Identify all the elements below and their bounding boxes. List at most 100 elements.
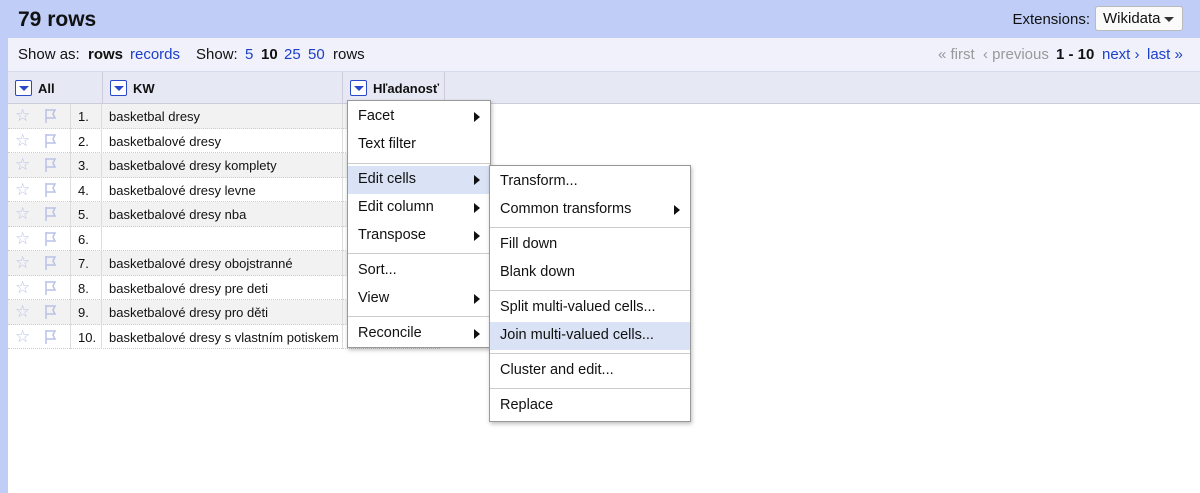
menu-item-edit-column[interactable]: Edit column [348, 194, 490, 222]
last-page-link[interactable]: last » [1147, 46, 1183, 63]
flag-icon[interactable] [43, 108, 59, 124]
menu-item-view[interactable]: View [348, 285, 490, 313]
show-as-records-link[interactable]: records [130, 46, 180, 63]
row-number: 1. [70, 104, 102, 129]
kw-cell[interactable]: basketbalové dresy nba [103, 202, 343, 227]
flag-icon[interactable] [43, 280, 59, 296]
flag-icon[interactable] [43, 304, 59, 320]
column-header-all[interactable]: All [8, 72, 103, 104]
row-number: 10. [70, 324, 102, 349]
menu-item-text-filter[interactable]: Text filter [348, 131, 490, 159]
star-icon[interactable]: ☆ [15, 132, 30, 149]
flag-icon[interactable] [43, 157, 59, 173]
kw-cell[interactable]: basketbalové dresy pre deti [103, 275, 343, 300]
star-icon[interactable]: ☆ [15, 279, 30, 296]
menu-item-common-transforms[interactable]: Common transforms [490, 196, 690, 224]
menu-item-transpose[interactable]: Transpose [348, 222, 490, 250]
edit-cells-submenu: Transform... Common transforms Fill down… [489, 165, 691, 422]
kw-cell[interactable]: basketbalové dresy obojstranné [103, 251, 343, 276]
kw-cell[interactable]: basketbalové dresy s vlastním potiskem [103, 324, 343, 349]
menu-item-cluster-and-edit[interactable]: Cluster and edit... [490, 357, 690, 385]
menu-item-sort-label: Sort... [358, 262, 397, 278]
extensions-dropdown-label: Wikidata [1103, 10, 1161, 27]
menu-item-sort[interactable]: Sort... [348, 257, 490, 285]
hladanost-column-dropdown-icon[interactable] [350, 80, 367, 96]
column-header-kw[interactable]: KW [103, 72, 343, 104]
project-header: 79 rows Extensions: Wikidata [0, 0, 1200, 38]
star-icon[interactable]: ☆ [15, 254, 30, 271]
flag-icon[interactable] [43, 231, 59, 247]
menu-separator [490, 353, 690, 354]
row-number: 8. [70, 275, 102, 300]
menu-item-edit-cells[interactable]: Edit cells [348, 166, 490, 194]
kw-cell[interactable]: basketbalové dresy pro děti [103, 300, 343, 325]
kw-cell[interactable]: basketbalové dresy [103, 128, 343, 153]
star-icon[interactable]: ☆ [15, 303, 30, 320]
table-row: ☆ 2. basketbalové dresy [8, 128, 1200, 153]
column-header-kw-label: KW [133, 81, 155, 96]
star-icon[interactable]: ☆ [15, 181, 30, 198]
chevron-right-icon [474, 175, 480, 185]
flag-icon[interactable] [43, 206, 59, 222]
menu-item-split-multi-valued-label: Split multi-valued cells... [500, 299, 656, 315]
flag-icon[interactable] [43, 255, 59, 271]
row-number: 4. [70, 177, 102, 202]
chevron-right-icon [674, 205, 680, 215]
chevron-right-icon [474, 203, 480, 213]
menu-item-transform[interactable]: Transform... [490, 168, 690, 196]
table-row: ☆ 1. basketbal dresy [8, 104, 1200, 129]
page-range: 1 - 10 [1056, 46, 1095, 63]
flag-icon[interactable] [43, 133, 59, 149]
show-as-rows: rows [88, 46, 124, 63]
column-header-hladanost-label: Hľadanosť [373, 81, 440, 96]
page-size-50[interactable]: 50 [308, 46, 325, 63]
kw-cell[interactable] [103, 226, 343, 251]
menu-item-replace[interactable]: Replace [490, 392, 690, 420]
row-number: 3. [70, 153, 102, 178]
menu-separator [490, 290, 690, 291]
kw-column-dropdown-icon[interactable] [110, 80, 127, 96]
page-size-5[interactable]: 5 [245, 46, 253, 63]
page-size-25[interactable]: 25 [284, 46, 301, 63]
menu-item-edit-cells-label: Edit cells [358, 171, 417, 187]
menu-item-transpose-label: Transpose [358, 227, 426, 243]
extensions-label: Extensions: [1012, 11, 1090, 28]
menu-item-blank-down[interactable]: Blank down [490, 259, 690, 287]
menu-item-join-multi-valued[interactable]: Join multi-valued cells... [490, 322, 690, 350]
kw-cell[interactable]: basketbal dresy [103, 104, 343, 129]
star-icon[interactable]: ☆ [15, 328, 30, 345]
menu-item-edit-column-label: Edit column [358, 199, 434, 215]
menu-separator [348, 316, 490, 317]
extensions-dropdown[interactable]: Wikidata [1095, 6, 1183, 31]
menu-item-fill-down[interactable]: Fill down [490, 231, 690, 259]
menu-item-split-multi-valued[interactable]: Split multi-valued cells... [490, 294, 690, 322]
row-number: 5. [70, 202, 102, 227]
flag-icon[interactable] [43, 329, 59, 345]
star-icon[interactable]: ☆ [15, 205, 30, 222]
star-icon[interactable]: ☆ [15, 107, 30, 124]
page-size-10: 10 [261, 46, 278, 63]
first-page-link: « first [938, 46, 975, 63]
menu-item-reconcile-label: Reconcile [358, 325, 422, 341]
star-icon[interactable]: ☆ [15, 156, 30, 173]
all-column-dropdown-icon[interactable] [15, 80, 32, 96]
rows-suffix: rows [333, 46, 365, 63]
menu-separator [490, 227, 690, 228]
kw-cell[interactable]: basketbalové dresy levne [103, 177, 343, 202]
menu-separator [348, 163, 490, 164]
chevron-right-icon [474, 294, 480, 304]
menu-item-text-filter-label: Text filter [358, 136, 417, 152]
next-page-link[interactable]: next › [1102, 46, 1140, 63]
menu-item-reconcile[interactable]: Reconcile [348, 320, 490, 348]
menu-item-facet[interactable]: Facet [348, 103, 490, 131]
view-bar: Show as: rows records Show: 5 10 25 50 r… [8, 38, 1200, 72]
menu-item-common-transforms-label: Common transforms [500, 201, 632, 217]
kw-cell[interactable]: basketbalové dresy komplety [103, 153, 343, 178]
row-count-title: 79 rows [18, 8, 97, 31]
row-number: 9. [70, 300, 102, 325]
menu-item-cluster-and-edit-label: Cluster and edit... [500, 362, 614, 378]
column-headers: All KW Hľadanosť [8, 72, 1200, 104]
flag-icon[interactable] [43, 182, 59, 198]
caret-down-icon [1164, 17, 1174, 22]
star-icon[interactable]: ☆ [15, 230, 30, 247]
